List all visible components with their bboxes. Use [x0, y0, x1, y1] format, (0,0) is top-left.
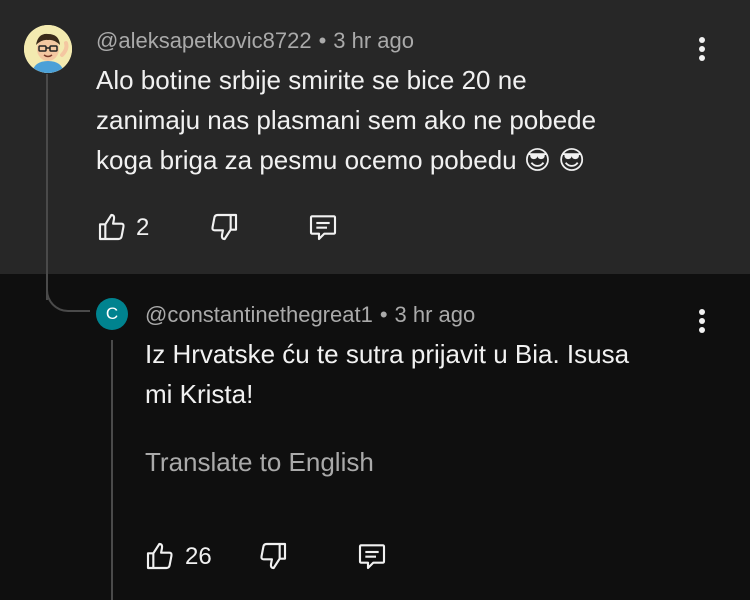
- thumb-up-icon: [146, 542, 173, 570]
- reply-meta: @constantinethegreat1 • 3 hr ago: [145, 302, 475, 328]
- avatar-cartoon-icon: [24, 25, 72, 73]
- reply-thread-line: [111, 340, 113, 600]
- meta-separator: •: [379, 302, 388, 327]
- comment-line-text: koga briga za pesmu ocemo pobedu: [96, 145, 517, 175]
- more-vert-icon: [699, 37, 705, 43]
- like-button[interactable]: [96, 211, 128, 243]
- comment-line: zanimaju nas plasmani sem ako ne pobede: [96, 105, 597, 135]
- reply-icon: [358, 544, 386, 570]
- comment-text: Alo botine srbije smirite se bice 20 ne …: [96, 60, 596, 180]
- reply-button[interactable]: [306, 211, 340, 243]
- timestamp[interactable]: 3 hr ago: [333, 28, 414, 53]
- comment-line: koga briga za pesmu ocemo pobedu 😎 😎: [96, 140, 596, 180]
- author-handle[interactable]: @aleksapetkovic8722: [96, 28, 312, 53]
- more-options-button[interactable]: [697, 37, 707, 65]
- thread-connector: [46, 270, 90, 312]
- more-vert-icon: [699, 309, 705, 315]
- reply-more-options-button[interactable]: [697, 309, 707, 337]
- thumb-down-icon: [211, 213, 238, 241]
- reply-line: mi Krista!: [145, 379, 254, 409]
- comment-meta: @aleksapetkovic8722 • 3 hr ago: [96, 28, 414, 54]
- reply-timestamp[interactable]: 3 hr ago: [395, 302, 476, 327]
- avatar[interactable]: [24, 25, 72, 73]
- reply-like-count: 26: [185, 543, 212, 570]
- sunglasses-emoji: 😎 😎: [523, 145, 586, 175]
- meta-separator: •: [318, 28, 327, 53]
- translate-link[interactable]: Translate to English: [145, 447, 374, 478]
- thumb-up-icon: [98, 213, 125, 241]
- reply-author-handle[interactable]: @constantinethegreat1: [145, 302, 373, 327]
- reply-avatar[interactable]: C: [96, 298, 128, 330]
- comment-line: Alo botine srbije smirite se bice 20 ne: [96, 65, 527, 95]
- thread-line: [46, 74, 48, 300]
- reply-text: Iz Hrvatske ću te sutra prijavit u Bia. …: [145, 334, 629, 414]
- reply-like-button[interactable]: [144, 540, 176, 572]
- reply-icon: [309, 215, 337, 241]
- reply-reply-button[interactable]: [355, 540, 389, 572]
- reply-dislike-button[interactable]: [257, 540, 289, 572]
- dislike-button[interactable]: [208, 211, 240, 243]
- thumb-down-icon: [260, 542, 287, 570]
- like-count: 2: [136, 214, 150, 241]
- reply-line: Iz Hrvatske ću te sutra prijavit u Bia. …: [145, 339, 630, 369]
